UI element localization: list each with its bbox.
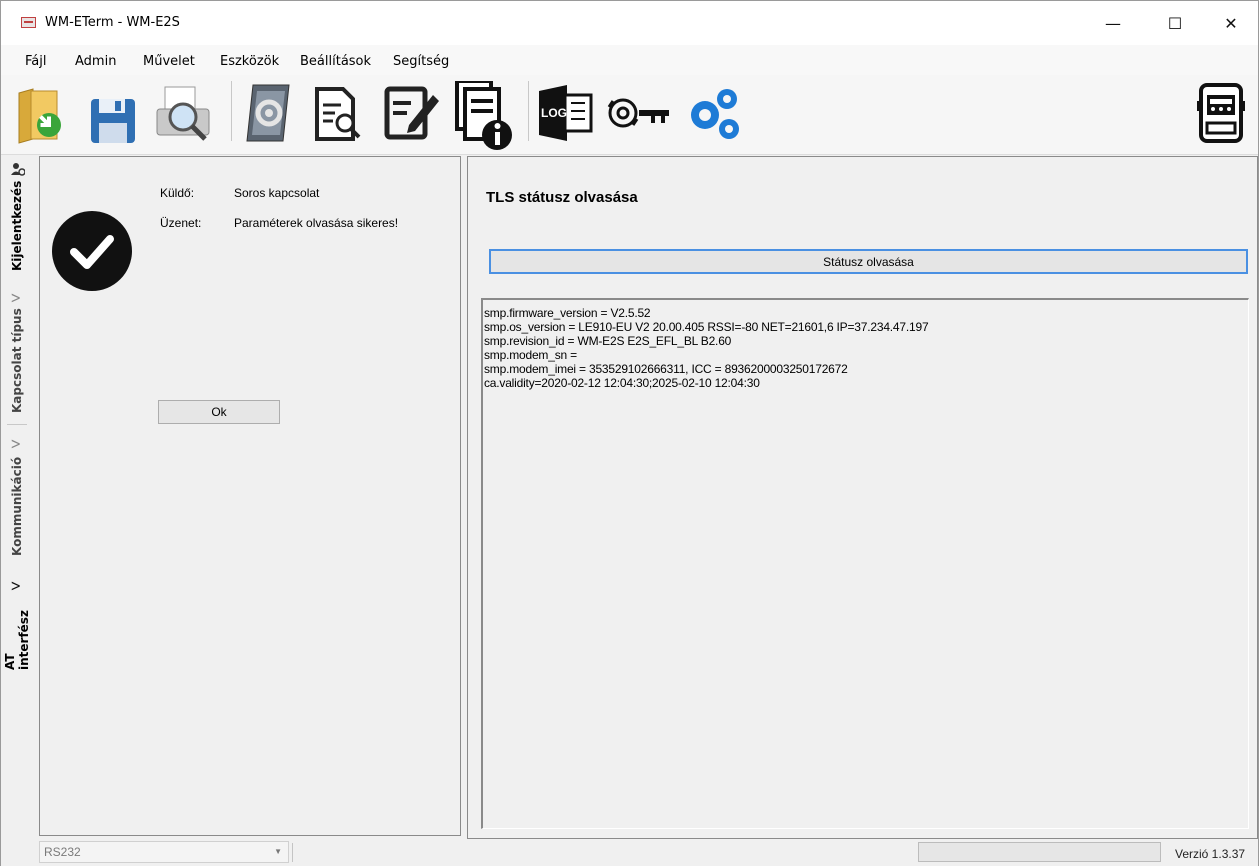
- toolbar-separator: [528, 81, 529, 141]
- tab-communication[interactable]: Kommunikáció: [5, 452, 29, 560]
- toolbar-separator: [231, 81, 232, 141]
- gears-icon[interactable]: [683, 81, 739, 145]
- edit-document-icon[interactable]: [381, 81, 439, 145]
- menu-tools[interactable]: Eszközök: [220, 54, 279, 69]
- menu-file[interactable]: Fájl: [25, 54, 46, 69]
- toolbar: LOG: [1, 75, 1258, 155]
- progress-bar: [918, 842, 1161, 862]
- sender-value: Soros kapcsolat: [234, 186, 320, 200]
- document-search-icon[interactable]: [309, 81, 365, 145]
- menu-help[interactable]: Segítség: [393, 54, 449, 69]
- port-select[interactable]: RS232 ▼: [39, 841, 289, 863]
- meter-icon[interactable]: [1195, 81, 1251, 145]
- tab-separator: [7, 424, 27, 425]
- chevron-right-icon: >: [10, 434, 22, 453]
- save-disk-icon[interactable]: [85, 81, 141, 145]
- ok-button[interactable]: Ok: [158, 400, 280, 424]
- status-bar: RS232 ▼ Verzió 1.3.37: [1, 839, 1258, 866]
- app-logo-icon: [21, 17, 36, 28]
- key-sync-icon[interactable]: [607, 81, 669, 145]
- tab-connection-type[interactable]: Kapcsolat típus: [5, 306, 29, 416]
- success-check-icon: [52, 211, 132, 291]
- app-window: WM-ETerm - WM-E2S — ☐ ✕ Fájl Admin Művel…: [0, 0, 1259, 866]
- output-line: smp.modem_imei = 353529102666311, ICC = …: [484, 362, 848, 376]
- dropdown-arrow-icon: ▼: [274, 847, 282, 856]
- read-status-button[interactable]: Státusz olvasása: [489, 249, 1248, 274]
- chevron-right-icon: >: [10, 576, 22, 595]
- tab-logout[interactable]: Kijelentkezés: [5, 181, 29, 271]
- window-title: WM-ETerm - WM-E2S: [45, 15, 180, 30]
- message-value: Paraméterek olvasása sikeres!: [234, 216, 399, 230]
- log-text: LOG: [541, 106, 567, 120]
- menu-admin[interactable]: Admin: [75, 54, 116, 69]
- print-preview-icon[interactable]: [153, 81, 210, 145]
- chevron-right-icon: >: [10, 288, 22, 307]
- close-button[interactable]: ✕: [1202, 1, 1259, 45]
- status-separator: [292, 843, 293, 862]
- open-folder-icon[interactable]: [11, 81, 67, 145]
- document-info-icon[interactable]: [455, 79, 512, 150]
- panel-title: TLS státusz olvasása: [486, 189, 638, 206]
- status-output-textbox[interactable]: smp.firmware_version = V2.5.52 smp.os_ve…: [481, 298, 1249, 829]
- title-bar: WM-ETerm - WM-E2S — ☐ ✕: [1, 1, 1258, 45]
- output-line: ca.validity=2020-02-12 12:04:30;2025-02-…: [484, 376, 760, 390]
- maximize-button[interactable]: ☐: [1146, 1, 1204, 45]
- message-panel: Küldő: Soros kapcsolat Üzenet: Paraméter…: [39, 156, 461, 836]
- settings-book-icon[interactable]: [239, 81, 295, 145]
- user-logout-icon: [11, 162, 26, 176]
- menu-settings[interactable]: Beállítások: [300, 54, 371, 69]
- output-line: smp.firmware_version = V2.5.52: [484, 306, 651, 320]
- tab-at-interface[interactable]: AT interfész: [3, 594, 31, 670]
- menu-operation[interactable]: Művelet: [143, 54, 195, 69]
- minimize-button[interactable]: —: [1084, 1, 1142, 45]
- log-icon[interactable]: LOG: [537, 81, 593, 145]
- output-line: smp.os_version = LE910-EU V2 20.00.405 R…: [484, 320, 929, 334]
- tls-status-panel: TLS státusz olvasása Státusz olvasása sm…: [467, 156, 1258, 839]
- output-line: smp.modem_sn =: [484, 348, 577, 362]
- port-value: RS232: [44, 845, 81, 859]
- version-label: Verzió 1.3.37: [1175, 847, 1246, 861]
- sender-label: Küldő:: [160, 186, 195, 200]
- side-tabs: Kijelentkezés > Kapcsolat típus > Kommun…: [1, 156, 33, 836]
- output-line: smp.revision_id = WM-E2S E2S_EFL_BL B2.6…: [484, 334, 732, 348]
- message-label: Üzenet:: [160, 216, 202, 230]
- menu-bar: Fájl Admin Művelet Eszközök Beállítások …: [1, 45, 1258, 75]
